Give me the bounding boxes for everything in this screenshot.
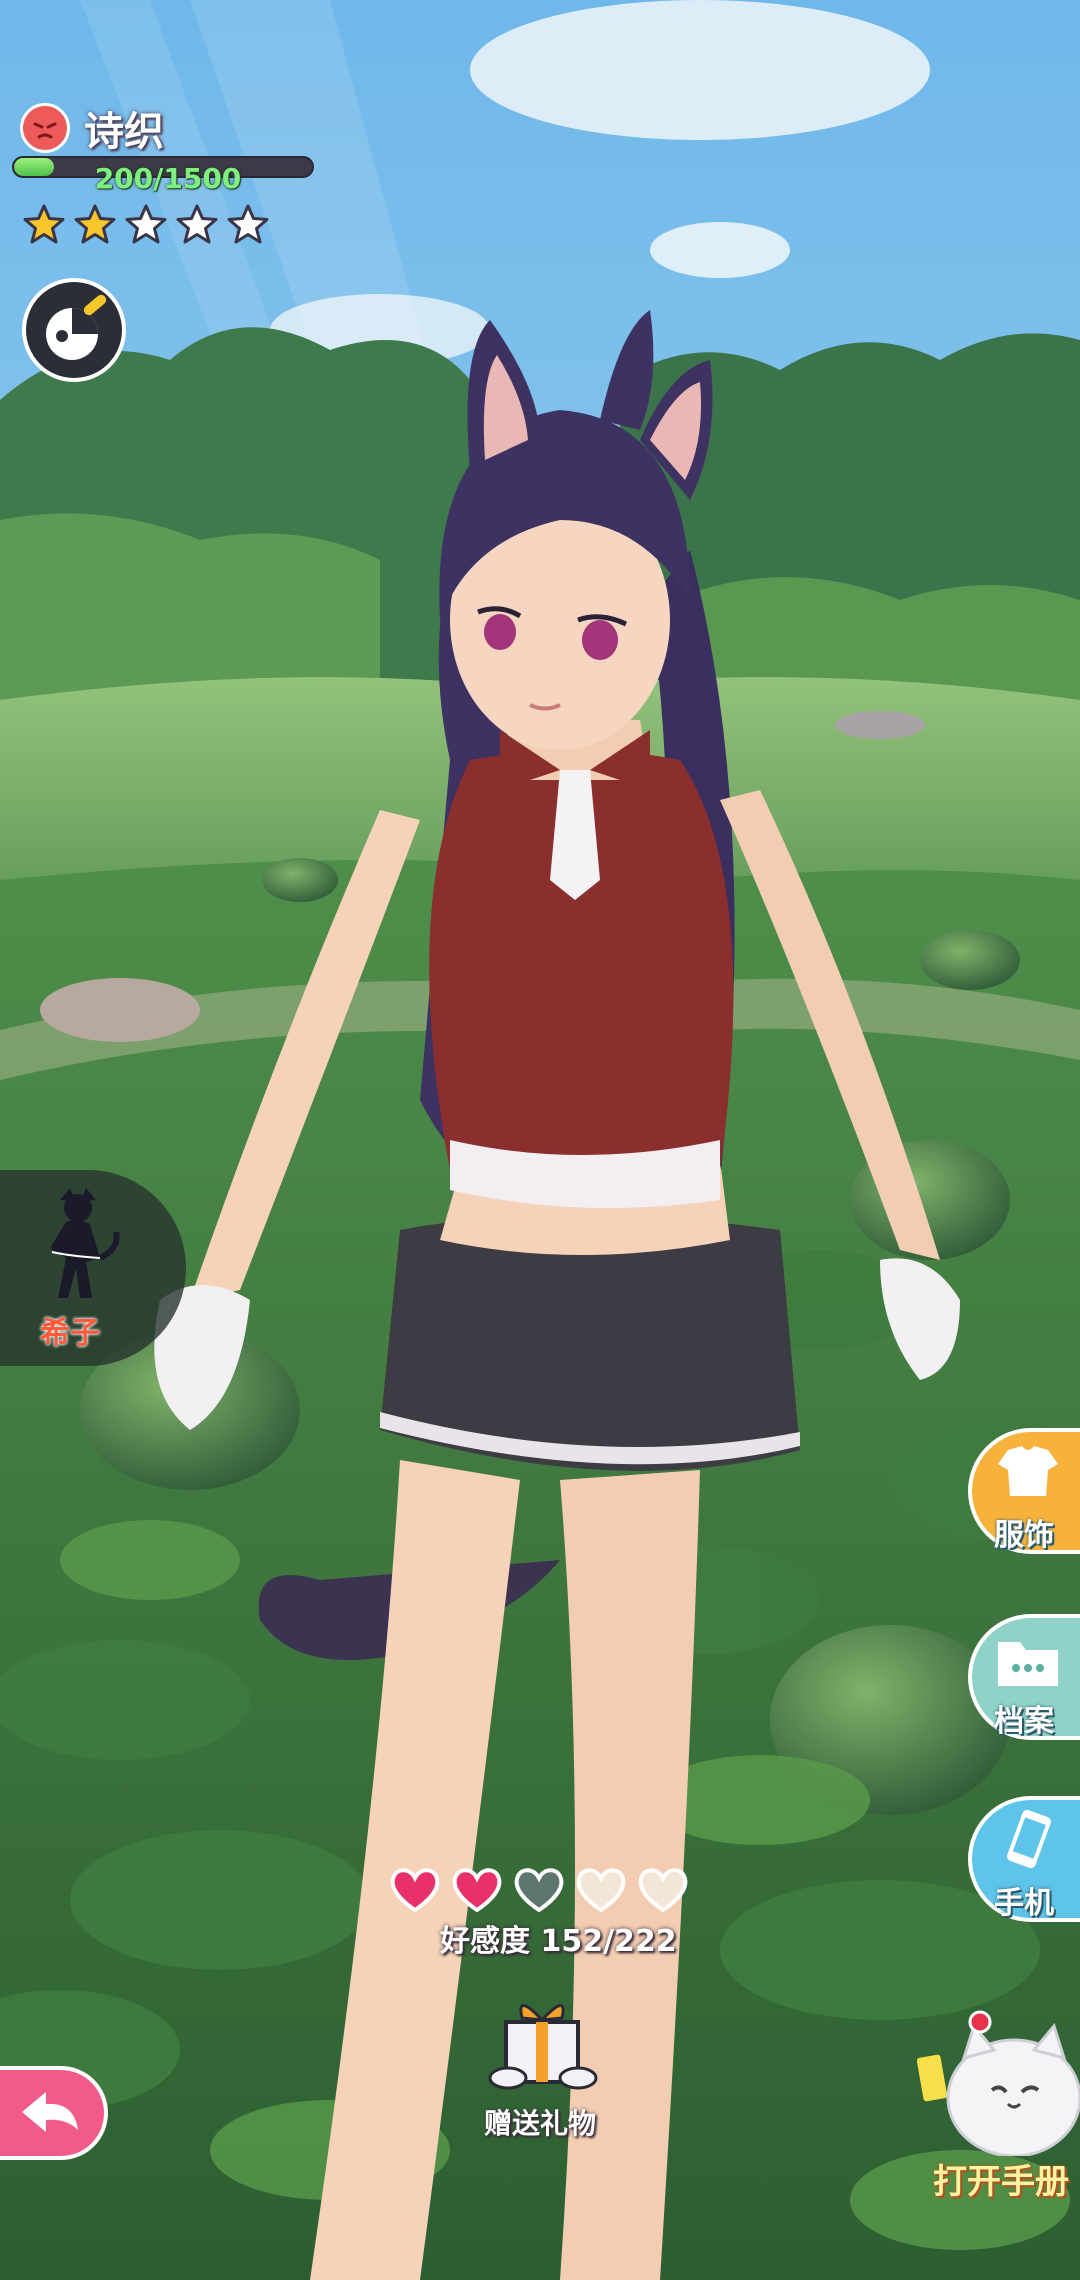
heart-empty-icon — [512, 1864, 566, 1914]
star-rating — [22, 203, 270, 247]
affection-text: 好感度 152/222 — [440, 1916, 677, 1960]
star-filled-icon — [22, 203, 66, 247]
send-gift-button[interactable] — [486, 1982, 598, 2102]
phone-label: 手机 — [994, 1886, 1054, 1921]
heart-empty-icon — [574, 1864, 628, 1914]
back-button[interactable] — [0, 2066, 108, 2160]
gift-box-icon — [488, 2004, 598, 2090]
handbook-label: 打开手册 — [933, 2162, 1069, 2202]
camera-mode-button[interactable] — [22, 278, 126, 382]
phone-icon — [1007, 1809, 1051, 1869]
left-tab-label: 希子 — [40, 1316, 100, 1351]
clothes-label: 服饰 — [994, 1518, 1054, 1553]
character-name: 诗织 — [84, 109, 164, 155]
star-empty-icon — [175, 203, 219, 247]
angry-face-icon — [20, 103, 70, 153]
pie-toggle-icon — [46, 294, 107, 360]
star-empty-icon — [226, 203, 270, 247]
folder-icon — [998, 1642, 1058, 1686]
affection-hearts — [388, 1864, 690, 1914]
character-silhouette-icon — [50, 1188, 120, 1298]
star-filled-icon — [73, 203, 117, 247]
send-gift-label: 赠送礼物 — [483, 2107, 596, 2140]
heart-empty-icon — [636, 1864, 690, 1914]
heart-filled-icon — [450, 1864, 504, 1914]
heart-filled-icon — [388, 1864, 442, 1914]
back-arrow-icon — [22, 2092, 78, 2132]
affection-value: 152/222 — [540, 1924, 677, 1959]
handbook-button[interactable] — [914, 2006, 1080, 2158]
star-empty-icon — [124, 203, 168, 247]
cat-mascot-icon — [916, 2010, 1080, 2158]
clothes-icon — [998, 1446, 1058, 1496]
exp-text: 200/1500 — [94, 162, 242, 195]
affection-label: 好感度 — [440, 1924, 530, 1959]
character-name-row: 诗织 — [20, 98, 164, 158]
profile-label: 档案 — [994, 1704, 1054, 1739]
